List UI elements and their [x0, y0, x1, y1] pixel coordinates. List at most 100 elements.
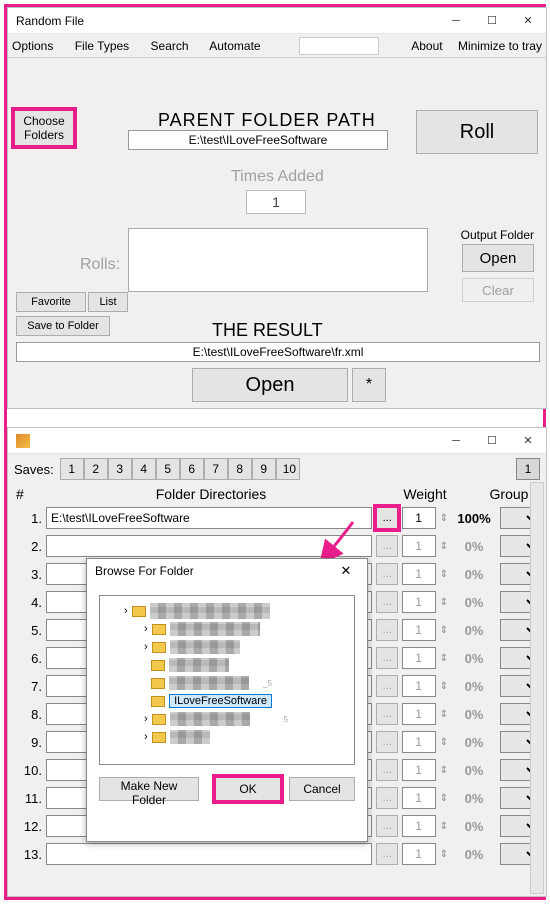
menu-minimize-tray[interactable]: Minimize to tray: [458, 39, 542, 53]
result-input[interactable]: [16, 342, 540, 362]
weight-stepper[interactable]: [402, 507, 436, 529]
scrollbar[interactable]: [530, 482, 544, 894]
menu-about[interactable]: About: [411, 39, 442, 53]
row-index: 5.: [14, 623, 42, 638]
menu-bar: Options File Types Search Automate About…: [8, 34, 546, 58]
browse-button[interactable]: ...: [376, 591, 398, 613]
blurred-folder: [150, 603, 270, 619]
output-folder-label: Output Folder: [461, 228, 534, 242]
weight-stepper[interactable]: [402, 619, 436, 641]
row-index: 2.: [14, 539, 42, 554]
weight-stepper[interactable]: [402, 563, 436, 585]
close-icon[interactable]: ✕: [333, 561, 359, 581]
save-slot-10[interactable]: 10: [276, 458, 300, 480]
menu-search[interactable]: Search: [151, 39, 189, 53]
open-result-button[interactable]: Open: [192, 368, 348, 402]
blurred-folder: [169, 676, 249, 690]
folder-icon: [152, 624, 166, 635]
weight-stepper[interactable]: [402, 731, 436, 753]
weight-stepper[interactable]: [402, 703, 436, 725]
list-button[interactable]: List: [88, 292, 128, 312]
save-slot-4[interactable]: 4: [132, 458, 156, 480]
folder-row: 2....⇕0%: [12, 532, 542, 560]
ok-button[interactable]: OK: [215, 777, 281, 801]
title-bar: ─ ☐ ✕: [8, 428, 546, 454]
folder-path-input[interactable]: [46, 535, 372, 557]
header-number: #: [16, 486, 52, 502]
maximize-icon[interactable]: ☐: [474, 428, 510, 454]
save-slot-8[interactable]: 8: [228, 458, 252, 480]
roll-button[interactable]: Roll: [416, 110, 538, 154]
header-directories: Folder Directories: [52, 486, 370, 502]
make-new-folder-button[interactable]: Make New Folder: [99, 777, 199, 801]
weight-stepper[interactable]: [402, 535, 436, 557]
save-slot-6[interactable]: 6: [180, 458, 204, 480]
browse-button[interactable]: ...: [376, 731, 398, 753]
blurred-folder: [170, 712, 250, 726]
minimize-icon[interactable]: ─: [438, 8, 474, 34]
browse-button[interactable]: ...: [376, 759, 398, 781]
weight-stepper[interactable]: [402, 675, 436, 697]
save-slot-7[interactable]: 7: [204, 458, 228, 480]
row-index: 10.: [14, 763, 42, 778]
choose-folders-button[interactable]: Choose Folders: [14, 110, 74, 146]
header-row: # Folder Directories Weight Group: [8, 484, 546, 504]
weight-stepper[interactable]: [402, 759, 436, 781]
blurred-folder: [169, 658, 229, 672]
save-to-folder-button[interactable]: Save to Folder: [16, 316, 110, 336]
clear-button[interactable]: Clear: [462, 278, 534, 302]
menu-file-types[interactable]: File Types: [75, 39, 129, 53]
menu-automate[interactable]: Automate: [209, 39, 260, 53]
browse-button[interactable]: ...: [376, 619, 398, 641]
browse-button[interactable]: ...: [376, 535, 398, 557]
selected-folder[interactable]: ILoveFreeSoftware: [169, 694, 272, 708]
favorite-button[interactable]: Favorite: [16, 292, 86, 312]
close-icon[interactable]: ✕: [510, 8, 546, 34]
weight-percent: 0%: [452, 847, 496, 862]
weight-stepper[interactable]: [402, 815, 436, 837]
browse-button[interactable]: ...: [376, 675, 398, 697]
browse-button[interactable]: ...: [376, 703, 398, 725]
folder-row: 1....⇕100%: [12, 504, 542, 532]
open-output-button[interactable]: Open: [462, 244, 534, 272]
folder-icon: [152, 714, 166, 725]
browse-button[interactable]: ...: [376, 563, 398, 585]
saves-extra[interactable]: 1: [516, 458, 540, 480]
folder-path-input[interactable]: [46, 507, 372, 529]
browse-button[interactable]: ...: [376, 507, 398, 529]
row-index: 12.: [14, 819, 42, 834]
menu-input[interactable]: [299, 37, 379, 55]
save-slot-5[interactable]: 5: [156, 458, 180, 480]
cancel-button[interactable]: Cancel: [289, 777, 355, 801]
save-slot-3[interactable]: 3: [108, 458, 132, 480]
rolls-box[interactable]: [128, 228, 428, 292]
folder-tree[interactable]: › › › _5 ILoveFreeSoftware ›5 ›: [99, 595, 355, 765]
weight-percent: 0%: [452, 651, 496, 666]
weight-stepper[interactable]: [402, 787, 436, 809]
maximize-icon[interactable]: ☐: [474, 8, 510, 34]
save-slot-2[interactable]: 2: [84, 458, 108, 480]
star-button[interactable]: *: [352, 368, 386, 402]
row-index: 4.: [14, 595, 42, 610]
times-added-input[interactable]: [246, 190, 306, 214]
browse-button[interactable]: ...: [376, 843, 398, 865]
weight-stepper[interactable]: [402, 843, 436, 865]
browse-button[interactable]: ...: [376, 787, 398, 809]
weight-stepper[interactable]: [402, 647, 436, 669]
parent-folder-path-input[interactable]: [128, 130, 388, 150]
save-slot-1[interactable]: 1: [60, 458, 84, 480]
folder-path-input[interactable]: [46, 843, 372, 865]
browse-for-folder-dialog: Browse For Folder ✕ › › › _5 ILoveFreeSo…: [86, 558, 368, 842]
save-slot-9[interactable]: 9: [252, 458, 276, 480]
saves-label: Saves:: [14, 462, 54, 477]
weight-percent: 0%: [452, 539, 496, 554]
minimize-icon[interactable]: ─: [438, 428, 474, 454]
weight-percent: 0%: [452, 763, 496, 778]
close-icon[interactable]: ✕: [510, 428, 546, 454]
browse-button[interactable]: ...: [376, 647, 398, 669]
row-index: 8.: [14, 707, 42, 722]
browse-button[interactable]: ...: [376, 815, 398, 837]
weight-stepper[interactable]: [402, 591, 436, 613]
folder-icon: [151, 660, 165, 671]
menu-options[interactable]: Options: [12, 39, 53, 53]
